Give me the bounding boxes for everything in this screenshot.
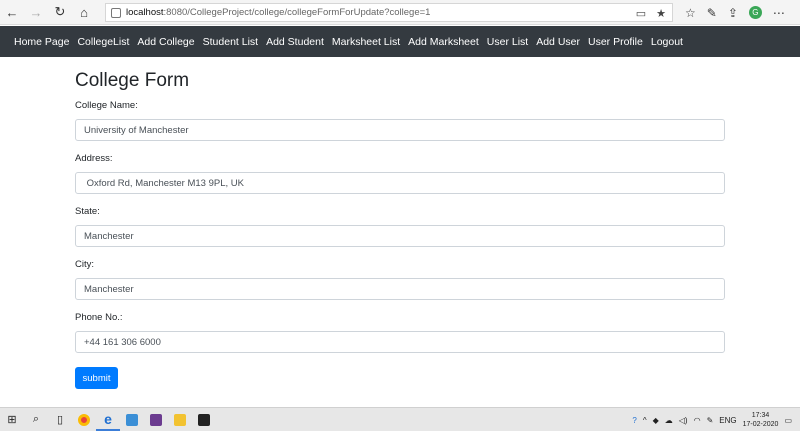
task-view-icon[interactable]: ▯ xyxy=(48,409,72,431)
phone-label: Phone No.: xyxy=(75,312,123,323)
terminal-icon[interactable] xyxy=(192,409,216,431)
start-windows-icon[interactable]: ⊞ xyxy=(0,409,24,431)
share-icon[interactable]: ⇪ xyxy=(728,6,738,20)
nav-add-student[interactable]: Add Student xyxy=(266,36,324,48)
file-explorer-icon[interactable] xyxy=(168,409,192,431)
nav-home-page[interactable]: Home Page xyxy=(14,36,69,48)
refresh-icon[interactable]: ↻ xyxy=(48,0,72,24)
state-label: State: xyxy=(75,206,100,217)
nav-logout[interactable]: Logout xyxy=(651,36,683,48)
nav-student-list[interactable]: Student List xyxy=(203,36,258,48)
profile-avatar[interactable]: G xyxy=(748,6,762,19)
app-icon-notepad[interactable] xyxy=(120,409,144,431)
show-hidden-icons-chevron-icon[interactable]: ^ xyxy=(643,416,647,425)
notifications-icon[interactable]: ▭ xyxy=(784,416,792,425)
network-icon[interactable]: ◠ xyxy=(694,416,701,425)
back-icon[interactable]: ← xyxy=(0,0,24,24)
url-path: :8080/CollegeProject/college/collegeForm… xyxy=(163,7,431,18)
cloud-icon[interactable]: ☁ xyxy=(665,416,673,425)
search-icon[interactable]: ⌕ xyxy=(24,409,48,431)
address-bar[interactable]: localhost:8080/CollegeProject/college/co… xyxy=(105,3,673,22)
clock-time: 17:34 xyxy=(751,412,770,419)
college-name-label: College Name: xyxy=(75,100,138,111)
app-icon-game[interactable] xyxy=(144,409,168,431)
city-label: City: xyxy=(75,259,94,270)
nav-add-marksheet[interactable]: Add Marksheet xyxy=(408,36,479,48)
nav-user-profile[interactable]: User Profile xyxy=(588,36,643,48)
help-icon[interactable]: ? xyxy=(632,416,636,425)
submit-button[interactable]: submit xyxy=(75,367,118,389)
address-label: Address: xyxy=(75,153,113,164)
browser-toolbar: ← → ↻ ⌂ localhost:8080/CollegeProject/co… xyxy=(0,0,800,25)
nav-marksheet-list[interactable]: Marksheet List xyxy=(332,36,400,48)
page-info-icon[interactable] xyxy=(111,7,121,18)
reading-view-icon[interactable]: ▭ xyxy=(636,7,646,20)
language-indicator[interactable]: ENG xyxy=(719,416,736,425)
state-input[interactable] xyxy=(75,225,725,247)
nav-add-user[interactable]: Add User xyxy=(536,36,580,48)
system-tray: ? ^ ◆ ☁ ◁) ◠ ✎ ENG 17:34 17-02-2020 ▭ xyxy=(632,408,792,432)
notes-icon[interactable]: ✎ xyxy=(707,6,717,20)
url-host: localhost xyxy=(126,7,164,18)
nav-college-list[interactable]: CollegeList xyxy=(77,36,129,48)
city-input[interactable] xyxy=(75,278,725,300)
college-form: College Form College Name: Address: Stat… xyxy=(75,70,725,389)
more-menu-icon[interactable]: ⋯ xyxy=(773,6,785,20)
edit-icon[interactable]: ✎ xyxy=(707,416,714,425)
favorites-icon[interactable]: ☆ xyxy=(685,6,696,20)
phone-input[interactable] xyxy=(75,331,725,353)
windows-taskbar: ⊞ ⌕ ▯ e ? ^ ◆ ☁ ◁) ◠ ✎ ENG 17:34 17-02-2… xyxy=(0,407,800,431)
dropbox-icon[interactable]: ◆ xyxy=(653,416,659,425)
page-title: College Form xyxy=(75,70,190,91)
edge-icon[interactable]: e xyxy=(96,409,120,431)
college-name-input[interactable] xyxy=(75,119,725,141)
volume-icon[interactable]: ◁) xyxy=(679,416,688,425)
favorite-star-icon[interactable]: ★ xyxy=(656,7,666,20)
app-navbar: Home Page CollegeList Add College Studen… xyxy=(0,26,800,57)
nav-add-college[interactable]: Add College xyxy=(137,36,194,48)
clock-date: 17-02-2020 xyxy=(742,421,779,428)
forward-icon[interactable]: → xyxy=(24,0,48,24)
address-input[interactable] xyxy=(75,172,725,194)
home-icon[interactable]: ⌂ xyxy=(72,0,96,24)
clock[interactable]: 17:34 17-02-2020 xyxy=(743,411,779,429)
chrome-icon[interactable] xyxy=(72,409,96,431)
nav-user-list[interactable]: User List xyxy=(487,36,528,48)
